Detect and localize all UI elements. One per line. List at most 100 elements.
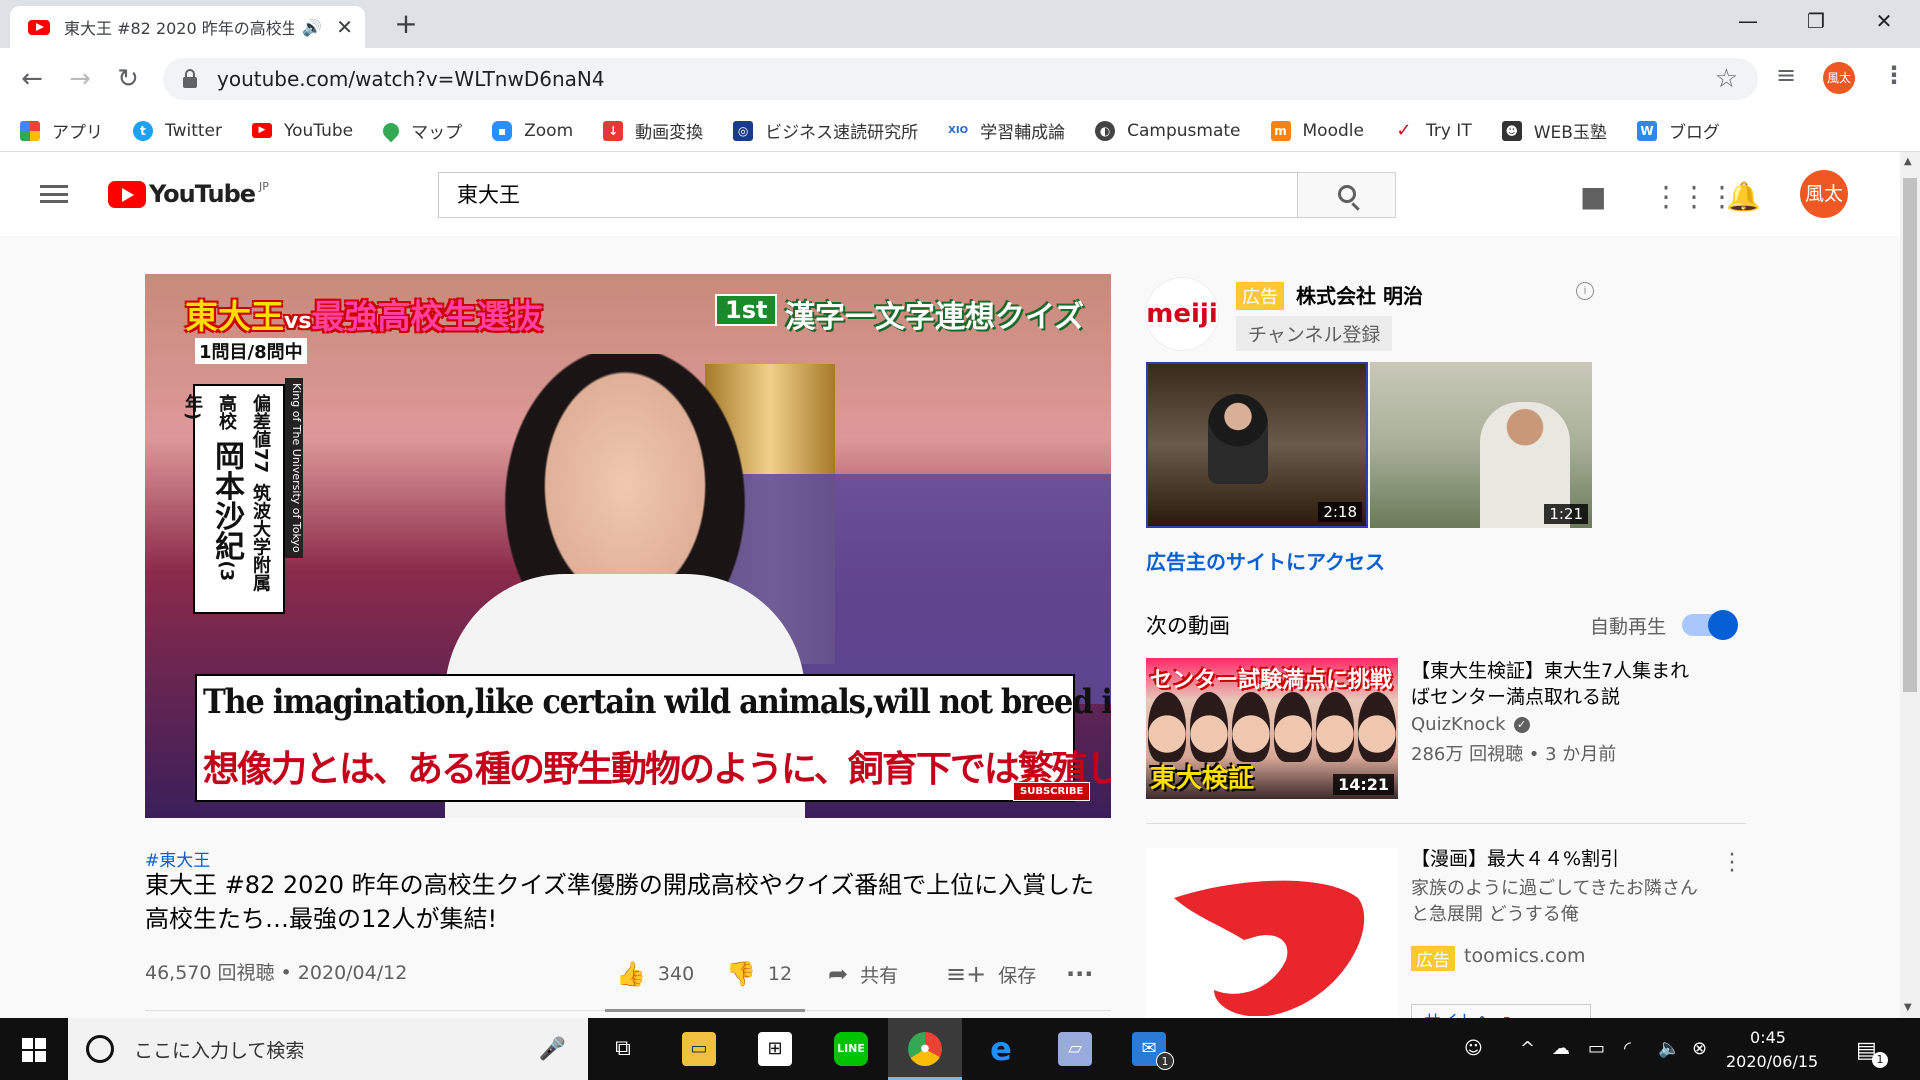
task-view-icon[interactable]: ⧉ <box>606 1032 640 1066</box>
video-subscribe-watermark[interactable]: SUBSCRIBE <box>1013 782 1091 801</box>
tray-overflow-icon[interactable]: ^ <box>1520 1038 1535 1059</box>
advertiser-name[interactable]: 株式会社 明治 <box>1296 280 1423 309</box>
verified-check-icon: ✓ <box>1513 716 1530 733</box>
browser-profile-avatar[interactable]: 風太 <box>1823 62 1855 94</box>
scroll-up-icon[interactable]: ▲ <box>1904 156 1912 167</box>
bookmark-moodle[interactable]: m Moodle <box>1270 120 1364 141</box>
speaker-icon[interactable]: 🔊 <box>302 18 322 37</box>
bookmark-speed-reading[interactable]: ◎ ビジネス速読研究所 <box>733 118 918 143</box>
overlay-name: 岡本沙紀 <box>209 440 244 561</box>
bookmark-web-tamajuku[interactable]: ☻ WEB玉塾 <box>1501 118 1607 143</box>
search-input[interactable]: 東大王 <box>438 172 1298 218</box>
apps-icon[interactable]: ⋮⋮⋮ <box>1652 180 1736 213</box>
recommended-channel[interactable]: QuizKnock ✓ <box>1411 714 1530 735</box>
chrome-taskbar-button[interactable]: ● <box>888 1018 962 1080</box>
scrollbar-thumb[interactable] <box>1903 178 1917 692</box>
volume-icon[interactable]: 🔈 <box>1658 1038 1680 1059</box>
overlay-title-b: 最強高校生選抜 <box>311 297 543 336</box>
video-player[interactable]: 東大王vs最強高校生選抜 1問目/8問中 1st 漢字一文字連想クイズ 偏差値7… <box>145 274 1111 818</box>
save-button[interactable]: ≡+ 保存 <box>946 960 1036 988</box>
bookmark-maps[interactable]: マップ <box>379 118 462 143</box>
notification-badge: 1 <box>1872 1052 1888 1068</box>
video-overlay-round: 1st <box>715 294 778 326</box>
mute-x-icon[interactable]: ⊗ <box>1692 1038 1707 1059</box>
notes-app-icon[interactable]: ▱ <box>1058 1032 1092 1066</box>
account-avatar[interactable]: 風太 <box>1800 170 1848 218</box>
bookmark-blog[interactable]: W ブログ <box>1636 118 1720 143</box>
share-label: 共有 <box>860 964 899 987</box>
microsoft-store-icon[interactable]: ⊞ <box>758 1032 792 1066</box>
recommended-video-title[interactable]: 【東大生検証】東大生7人集まればセンター満点取れる説 <box>1411 658 1701 710</box>
scroll-down-icon[interactable]: ▼ <box>1904 1002 1912 1013</box>
advertiser-site-link[interactable]: 広告主のサイトにアクセス <box>1146 546 1385 575</box>
battery-icon[interactable]: ▭ <box>1588 1038 1605 1059</box>
globe-icon: ◐ <box>1095 120 1116 141</box>
cortana-icon <box>86 1035 114 1063</box>
onedrive-cloud-icon[interactable]: ☁ <box>1552 1038 1570 1059</box>
ad2-thumbnail[interactable] <box>1146 848 1398 1018</box>
word-w-icon: W <box>1636 120 1657 141</box>
advertiser-logo[interactable]: meiji <box>1146 278 1218 350</box>
wifi-icon[interactable]: ◜ <box>1624 1038 1631 1059</box>
like-button[interactable]: 👍 340 <box>616 960 694 988</box>
bookmark-star-icon[interactable]: ☆ <box>1715 64 1738 94</box>
taskbar-search-placeholder: ここに入力して検索 <box>134 1039 305 1062</box>
address-bar[interactable]: youtube.com/watch?v=WLTnwD6naN4 ☆ <box>163 58 1758 100</box>
ad-subscribe-button[interactable]: チャンネル登録 <box>1236 316 1393 351</box>
tab-close-icon[interactable]: ✕ <box>336 15 353 39</box>
windows-start-icon[interactable] <box>22 1038 46 1062</box>
taskbar-search-box[interactable]: ここに入力して検索 🎤 <box>68 1018 588 1080</box>
close-window-button[interactable]: ✕ <box>1856 0 1912 42</box>
hamburger-menu-icon[interactable] <box>40 185 68 203</box>
page-scrollbar[interactable]: ▲ ▼ <box>1900 152 1920 1018</box>
search-button[interactable] <box>1298 172 1396 218</box>
bookmark-video-convert[interactable]: ↓ 動画変換 <box>603 118 703 143</box>
bookmark-campusmate[interactable]: ◐ Campusmate <box>1095 120 1241 141</box>
line-app-icon[interactable]: LINE <box>834 1032 868 1066</box>
share-button[interactable]: ➦ 共有 <box>828 960 898 988</box>
system-clock[interactable]: 0:45 2020/06/15 <box>1726 1026 1818 1074</box>
ad-video-thumbnail-2[interactable]: 1:21 <box>1370 362 1592 528</box>
dislike-button[interactable]: 👎 12 <box>726 960 792 988</box>
bookmark-learning[interactable]: XIO 学習輔成論 <box>948 118 1065 143</box>
browser-tab[interactable]: 東大王 #82 2020 昨年の高校生 🔊 ✕ <box>10 6 365 48</box>
bookmark-try-it[interactable]: ✓ Try IT <box>1394 120 1471 141</box>
ad2-more-icon[interactable]: · · · <box>1726 845 1738 883</box>
bookmark-apps[interactable]: アプリ <box>20 118 103 143</box>
maximize-button[interactable]: ❐ <box>1788 0 1844 42</box>
media-control-icon[interactable]: ≡ <box>1776 61 1796 89</box>
recommended-video-thumbnail[interactable]: センター試験満点に挑戦 東大検証 14:21 <box>1146 658 1398 799</box>
more-actions-icon[interactable]: ··· <box>1066 960 1093 988</box>
edge-icon[interactable]: e <box>984 1032 1018 1066</box>
file-explorer-icon[interactable]: ▭ <box>682 1032 716 1066</box>
bookmark-label: アプリ <box>52 123 103 143</box>
playlist-add-icon: ≡+ <box>946 960 987 988</box>
youtube-favicon-icon <box>28 19 50 35</box>
caption-english: The imagination,like certain wild animal… <box>203 682 1111 722</box>
ad2-domain[interactable]: toomics.com <box>1464 945 1585 967</box>
bookmark-twitter[interactable]: t Twitter <box>133 120 222 141</box>
back-arrow-icon[interactable]: ← <box>14 61 50 97</box>
bookmark-zoom[interactable]: ▪ Zoom <box>492 120 573 141</box>
reload-icon[interactable]: ↻ <box>110 61 146 97</box>
microphone-icon[interactable]: 🎤 <box>539 1037 566 1062</box>
dislike-count: 12 <box>767 963 793 985</box>
forward-arrow-icon[interactable]: → <box>62 61 98 97</box>
youtube-icon: ▶ <box>251 123 272 138</box>
bookmark-label: 学習輔成論 <box>980 123 1066 143</box>
thumbs-down-icon: 👎 <box>726 960 756 988</box>
minimize-button[interactable]: — <box>1720 0 1776 42</box>
autoplay-toggle[interactable] <box>1682 610 1738 640</box>
new-tab-button[interactable]: + <box>388 6 424 42</box>
menu-kebab-icon[interactable]: ⋮ <box>1882 61 1906 89</box>
people-icon[interactable]: ☺ <box>1464 1038 1483 1059</box>
create-video-icon[interactable]: ■ <box>1580 180 1606 213</box>
lock-icon[interactable] <box>183 68 197 88</box>
notifications-bell-icon[interactable]: 🔔 <box>1726 180 1761 213</box>
ad-video-thumbnail-1[interactable]: 2:18 <box>1146 362 1368 528</box>
url-text[interactable]: youtube.com/watch?v=WLTnwD6naN4 <box>217 67 1715 91</box>
info-icon[interactable]: i <box>1576 282 1594 300</box>
ad2-title[interactable]: 【漫画】最大４４%割引 <box>1411 846 1681 872</box>
bookmark-youtube[interactable]: ▶ YouTube <box>251 121 353 141</box>
youtube-logo[interactable]: YouTube JP <box>108 180 269 208</box>
